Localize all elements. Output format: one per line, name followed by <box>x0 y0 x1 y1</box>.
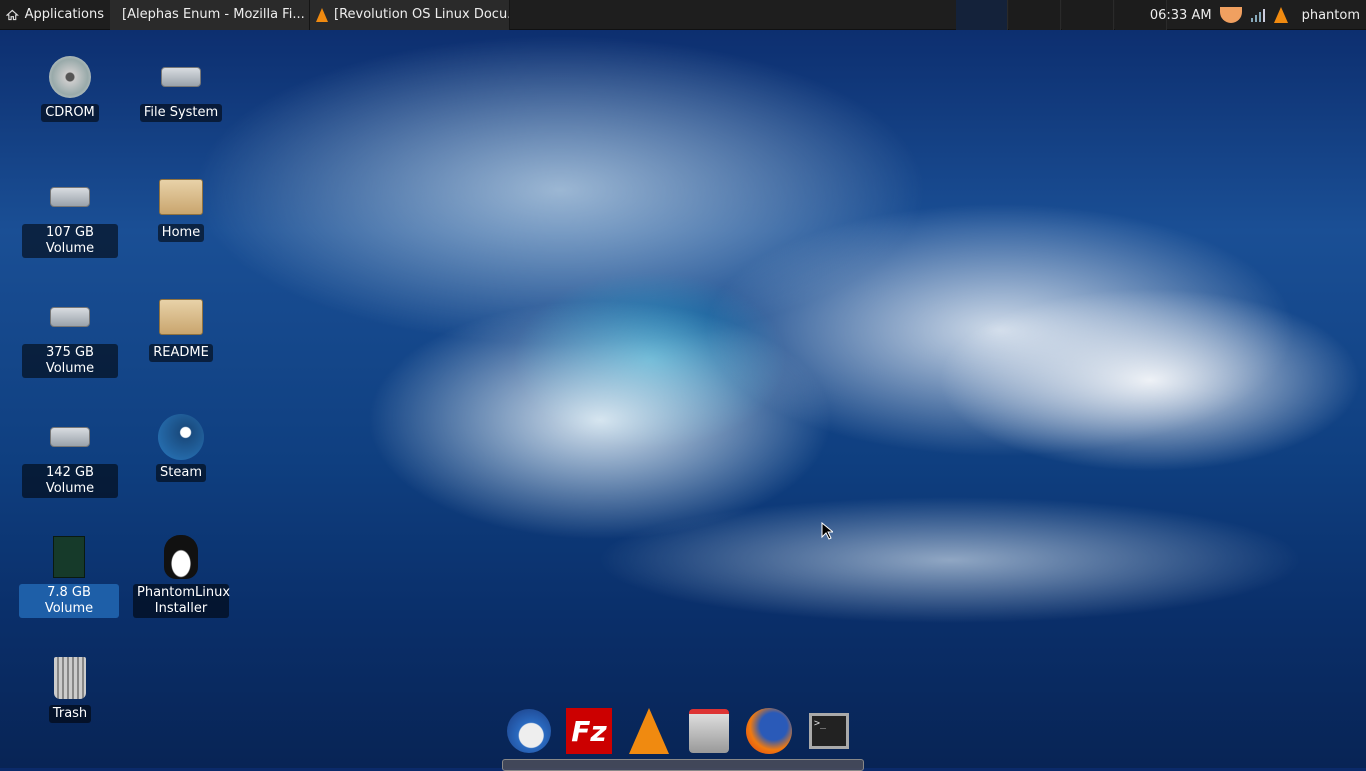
icon-label: Home <box>157 224 205 242</box>
dock-firefox[interactable] <box>745 705 793 757</box>
drive-icon <box>50 427 90 447</box>
desktop-icon-cdrom[interactable]: CDROM <box>20 54 120 122</box>
desktop-icon-home[interactable]: Home <box>131 174 231 242</box>
vlc-icon <box>629 708 669 754</box>
dock-shelf <box>502 759 864 771</box>
dock-transmission[interactable] <box>685 705 733 757</box>
top-panel: Applications [Alephas Enum - Mozilla Fi.… <box>0 0 1366 30</box>
icon-label: File System <box>139 104 223 122</box>
drive-icon <box>50 187 90 207</box>
icon-label: README <box>149 344 213 362</box>
task-label: [Alephas Enum - Mozilla Fi... <box>122 7 305 22</box>
vlc-icon <box>316 7 328 22</box>
dock-filezilla[interactable]: Fz <box>565 705 613 757</box>
dock-terminal[interactable]: >_ <box>805 705 853 757</box>
taskbar-item-firefox[interactable]: [Alephas Enum - Mozilla Fi... <box>110 0 310 30</box>
thunderbird-icon <box>507 709 551 753</box>
taskbar-item-vlc[interactable]: [Revolution OS Linux Docu... <box>310 0 510 30</box>
icon-label: PhantomLinux Installer <box>133 584 230 618</box>
desktop-icon-107gb-volume[interactable]: 107 GB Volume <box>20 174 120 258</box>
steam-icon <box>158 414 204 460</box>
icon-label: CDROM <box>41 104 99 122</box>
icon-label: 375 GB Volume <box>22 344 118 378</box>
redshift-icon[interactable] <box>1219 7 1242 23</box>
task-label: [Revolution OS Linux Docu... <box>334 7 510 22</box>
desktop-icon-142gb-volume[interactable]: 142 GB Volume <box>20 414 120 498</box>
drive-icon <box>161 67 201 87</box>
usb-drive-icon <box>53 536 85 578</box>
folder-icon <box>159 299 203 335</box>
user-menu[interactable]: phantom <box>1302 8 1360 23</box>
trash-icon <box>54 657 86 699</box>
icon-label: Steam <box>156 464 206 482</box>
clock[interactable]: 06:33 AM <box>1150 8 1212 23</box>
cdrom-icon <box>49 56 91 98</box>
terminal-icon: >_ <box>809 713 849 749</box>
dock-vlc[interactable] <box>625 705 673 757</box>
desktop-icon-file-system[interactable]: File System <box>131 54 231 122</box>
transmission-icon <box>689 709 729 753</box>
mouse-cursor-icon <box>821 522 833 540</box>
workspace-1[interactable] <box>956 0 1008 30</box>
desktop-icon-7-8gb-volume[interactable]: 7.8 GB Volume <box>19 534 119 618</box>
dock-thunderbird[interactable] <box>505 705 553 757</box>
icon-label: Trash <box>48 705 92 723</box>
home-icon <box>6 9 19 20</box>
dock: Fz >_ <box>505 705 853 757</box>
home-folder-icon <box>159 179 203 215</box>
drive-icon <box>50 307 90 327</box>
workspace-2[interactable] <box>1009 0 1061 30</box>
desktop-icon-readme[interactable]: README <box>131 294 231 362</box>
applications-menu-button[interactable]: Applications <box>0 0 110 30</box>
desktop-icon-steam[interactable]: Steam <box>131 414 231 482</box>
tux-icon <box>164 535 198 579</box>
applications-label: Applications <box>24 7 104 22</box>
icon-label: 142 GB Volume <box>22 464 118 498</box>
filezilla-icon: Fz <box>566 708 612 754</box>
icon-label: 7.8 GB Volume <box>19 584 119 618</box>
workspace-3[interactable] <box>1062 0 1114 30</box>
desktop-icon-trash[interactable]: Trash <box>20 655 120 723</box>
icon-label: 107 GB Volume <box>22 224 118 258</box>
firefox-icon <box>746 708 792 754</box>
desktop-icon-375gb-volume[interactable]: 375 GB Volume <box>20 294 120 378</box>
vlc-tray-icon[interactable] <box>1273 7 1288 23</box>
desktop-icon-phantomlinux-installer[interactable]: PhantomLinux Installer <box>131 534 231 618</box>
network-signal-icon[interactable] <box>1250 8 1266 22</box>
